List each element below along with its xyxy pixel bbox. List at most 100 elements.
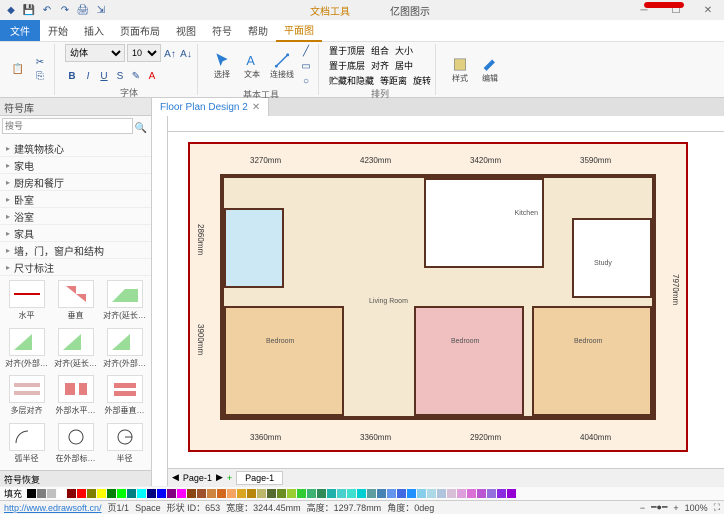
color-swatch[interactable] <box>477 489 486 498</box>
decrease-font-icon[interactable]: A↓ <box>179 44 193 64</box>
underline-icon[interactable]: U <box>97 66 111 86</box>
color-swatch[interactable] <box>247 489 256 498</box>
align-button[interactable]: 对齐 <box>371 59 389 72</box>
save-icon[interactable]: 💾 <box>22 3 36 17</box>
color-swatch[interactable] <box>277 489 286 498</box>
color-swatch[interactable] <box>387 489 396 498</box>
undo-icon[interactable]: ↶ <box>40 3 54 17</box>
symbol-item[interactable]: 外部水平… <box>53 375 98 419</box>
fit-page-icon[interactable]: ⛶ <box>714 502 720 513</box>
size-button[interactable]: 大小 <box>395 44 413 57</box>
color-swatch[interactable] <box>297 489 306 498</box>
canvas[interactable]: 3270mm 4230mm 3420mm 3590mm 3360mm 3360m… <box>168 132 724 468</box>
color-swatch[interactable] <box>77 489 86 498</box>
circle-shape-icon[interactable]: ○ <box>298 74 314 88</box>
rect-shape-icon[interactable]: ▭ <box>298 59 314 73</box>
select-tool[interactable]: 选择 <box>208 52 236 80</box>
symbol-item[interactable]: 半径 <box>102 423 147 467</box>
color-swatch[interactable] <box>287 489 296 498</box>
color-swatch[interactable] <box>407 489 416 498</box>
rotate-button[interactable]: 旋转 <box>413 74 431 87</box>
document-tab[interactable]: Floor Plan Design 2 ✕ <box>152 98 269 116</box>
status-url[interactable]: http://www.edrawsoft.cn/ <box>4 503 102 513</box>
highlight-icon[interactable]: ✎ <box>129 66 143 86</box>
color-swatch[interactable] <box>437 489 446 498</box>
menu-floorplan[interactable]: 平面图 <box>276 19 322 42</box>
send-back-button[interactable]: 置于底层 <box>329 59 365 72</box>
text-tool[interactable]: A文本 <box>238 52 266 80</box>
print-icon[interactable]: 🖨 <box>76 3 90 17</box>
color-swatch[interactable] <box>497 489 506 498</box>
hide-button[interactable]: 贮藏和隐藏 <box>329 74 374 87</box>
color-swatch[interactable] <box>327 489 336 498</box>
room-bathroom[interactable] <box>224 208 284 288</box>
symbol-item[interactable]: 外部垂直… <box>102 375 147 419</box>
category-kitchen[interactable]: 厨房和餐厅 <box>0 174 151 191</box>
category-building[interactable]: 建筑物核心 <box>0 140 151 157</box>
zoom-in-icon[interactable]: + <box>673 503 678 513</box>
symbol-item[interactable]: 在外部标… <box>53 423 98 467</box>
redo-icon[interactable]: ↷ <box>58 3 72 17</box>
symbol-item[interactable]: 多层对齐 <box>4 375 49 419</box>
color-swatch[interactable] <box>67 489 76 498</box>
color-swatch[interactable] <box>37 489 46 498</box>
page-nav-next[interactable]: ▶ <box>216 472 223 483</box>
room-study[interactable]: Study <box>572 218 652 298</box>
color-swatch[interactable] <box>347 489 356 498</box>
color-swatch[interactable] <box>417 489 426 498</box>
color-swatch[interactable] <box>107 489 116 498</box>
color-swatch[interactable] <box>157 489 166 498</box>
color-swatch[interactable] <box>257 489 266 498</box>
copy-icon[interactable]: ⎘ <box>30 70 50 84</box>
color-swatch[interactable] <box>377 489 386 498</box>
sidebar-footer[interactable]: 符号恢复 <box>0 470 151 486</box>
category-wall[interactable]: 墙，门，窗户和结构 <box>0 242 151 259</box>
color-swatch[interactable] <box>447 489 456 498</box>
search-icon[interactable]: 🔍 <box>133 118 149 138</box>
style-button[interactable]: 样式 <box>446 56 474 84</box>
color-swatch[interactable] <box>457 489 466 498</box>
color-swatch[interactable] <box>367 489 376 498</box>
menu-help[interactable]: 帮助 <box>240 20 276 41</box>
color-swatch[interactable] <box>137 489 146 498</box>
paste-icon[interactable]: 📋 <box>8 60 28 80</box>
category-bedroom[interactable]: 卧室 <box>0 191 151 208</box>
center-button[interactable]: 居中 <box>395 59 413 72</box>
room-bedroom-2[interactable]: Bedroom <box>414 306 524 416</box>
search-input[interactable] <box>2 118 133 134</box>
color-swatch[interactable] <box>467 489 476 498</box>
symbol-item[interactable]: 对齐(延长… <box>102 280 147 324</box>
floorplan-walls[interactable]: Kitchen Study Bedroom Bedroom Bedroom Li… <box>220 174 656 420</box>
close-button[interactable]: ✕ <box>696 2 720 18</box>
line-shape-icon[interactable]: ╱ <box>298 44 314 58</box>
zoom-out-icon[interactable]: − <box>640 503 645 513</box>
color-swatch[interactable] <box>307 489 316 498</box>
size-select[interactable]: 10 <box>127 44 161 62</box>
cut-icon[interactable]: ✂ <box>30 56 50 70</box>
color-swatch[interactable] <box>337 489 346 498</box>
symbol-item[interactable]: 对齐(外部… <box>4 328 49 372</box>
color-swatch[interactable] <box>177 489 186 498</box>
floorplan[interactable]: 3270mm 4230mm 3420mm 3590mm 3360mm 3360m… <box>188 142 688 452</box>
color-swatch[interactable] <box>217 489 226 498</box>
bold-icon[interactable]: B <box>65 66 79 86</box>
category-furniture[interactable]: 家具 <box>0 225 151 242</box>
color-swatch[interactable] <box>227 489 236 498</box>
menu-symbol[interactable]: 符号 <box>204 20 240 41</box>
color-swatch[interactable] <box>57 489 66 498</box>
color-swatch[interactable] <box>487 489 496 498</box>
edit-button[interactable]: 编辑 <box>476 56 504 84</box>
increase-font-icon[interactable]: A↑ <box>163 44 177 64</box>
color-swatch[interactable] <box>207 489 216 498</box>
color-swatch[interactable] <box>237 489 246 498</box>
room-kitchen[interactable]: Kitchen <box>424 178 544 268</box>
color-swatch[interactable] <box>87 489 96 498</box>
category-dimension[interactable]: 尺寸标注 <box>0 259 151 276</box>
color-swatch[interactable] <box>357 489 366 498</box>
menu-insert[interactable]: 插入 <box>76 20 112 41</box>
close-tab-icon[interactable]: ✕ <box>252 102 260 113</box>
strike-icon[interactable]: S <box>113 66 127 86</box>
menu-view[interactable]: 视图 <box>168 20 204 41</box>
color-swatch[interactable] <box>197 489 206 498</box>
color-swatch[interactable] <box>167 489 176 498</box>
